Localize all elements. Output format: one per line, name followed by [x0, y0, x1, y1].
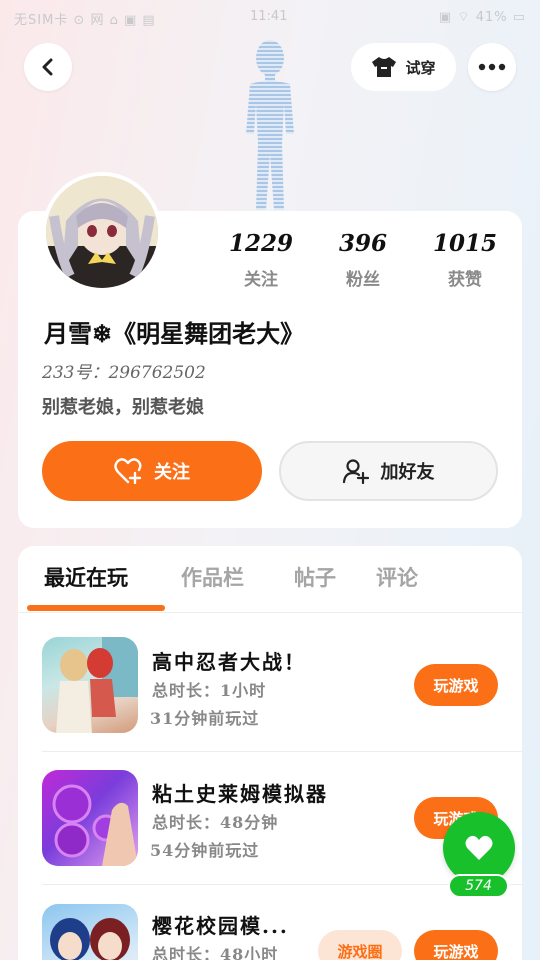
back-button[interactable]: [24, 43, 72, 91]
avatar-figure-illustration: [246, 40, 294, 210]
avatar-image: [46, 176, 158, 288]
game-circle-button[interactable]: 游戏圈: [318, 930, 402, 960]
add-friend-label: 加好友: [380, 462, 435, 483]
game-duration: 总时长：1小时: [152, 681, 267, 700]
play-game-button[interactable]: 玩游戏: [414, 664, 498, 706]
status-right: ▣ ⌔ 41% ▭: [438, 10, 526, 25]
row-divider: [42, 751, 522, 752]
like-count: 574: [448, 874, 509, 898]
game-title: 高中忍者大战！: [152, 650, 306, 674]
game-title: 樱花校园模...: [152, 914, 289, 938]
tab-divider: [18, 612, 522, 613]
stat-following[interactable]: 1229 关注: [221, 230, 301, 290]
game-thumbnail[interactable]: [42, 637, 138, 733]
game-last-played: 31分钟前玩过: [150, 709, 260, 728]
bio: 别惹老娘，别惹老娘: [42, 397, 204, 418]
shirt-icon: [372, 57, 397, 77]
game-thumbnail[interactable]: [42, 770, 138, 866]
game-cover-icon: [50, 918, 130, 960]
chevron-left-icon: [42, 58, 53, 76]
status-left: 无SIM卡 ⊙ 网 ⌂ ▣ ▤: [14, 13, 156, 28]
play-game-button[interactable]: 玩游戏: [414, 930, 498, 960]
stat-fans[interactable]: 396 粉丝: [323, 230, 403, 290]
heart-icon: [465, 835, 493, 860]
game-thumbnail[interactable]: [42, 904, 138, 960]
status-time: 11:41: [250, 9, 288, 24]
add-friend-button[interactable]: 加好友: [279, 441, 498, 501]
stat-likes-label: 获赞: [448, 270, 482, 290]
heart-plus-icon: [114, 458, 142, 484]
stat-likes[interactable]: 1015 获赞: [425, 230, 505, 290]
game-last-played: 54分钟前玩过: [150, 841, 260, 860]
game-cover-icon: [52, 784, 138, 866]
follow-button[interactable]: 关注: [42, 441, 262, 501]
tryon-button[interactable]: 试穿: [351, 43, 456, 91]
avatar-portrait-icon: [46, 176, 158, 288]
status-bar: 无SIM卡 ⊙ 网 ⌂ ▣ ▤ 11:41 ▣ ⌔ 41% ▭: [0, 0, 540, 34]
game-title: 粘土史莱姆模拟器: [152, 782, 328, 806]
stat-following-label: 关注: [244, 270, 278, 290]
tab-posts[interactable]: 帖子: [294, 562, 336, 592]
tab-recent-play[interactable]: 最近在玩: [44, 562, 128, 592]
nickname: 月雪❄《明星舞团老大》: [44, 319, 305, 348]
game-duration: 总时长：48分钟: [152, 813, 279, 832]
add-user-icon: [342, 459, 369, 484]
active-tab-indicator: [27, 605, 165, 611]
more-button[interactable]: [468, 43, 516, 91]
tryon-label: 试穿: [405, 58, 436, 77]
more-dots-icon: [478, 63, 506, 71]
game-cover-icon: [56, 637, 138, 733]
stat-fans-value: 396: [338, 230, 387, 257]
stat-following-value: 1229: [228, 230, 293, 257]
tab-comments[interactable]: 评论: [376, 562, 418, 592]
stat-likes-value: 1015: [432, 230, 497, 257]
tab-works[interactable]: 作品栏: [181, 562, 244, 592]
avatar[interactable]: [42, 172, 162, 292]
follow-label: 关注: [154, 462, 190, 483]
user-id: 233号：296762502: [42, 363, 206, 383]
game-duration: 总时长：48小时: [152, 945, 279, 960]
stat-fans-label: 粉丝: [346, 270, 380, 290]
